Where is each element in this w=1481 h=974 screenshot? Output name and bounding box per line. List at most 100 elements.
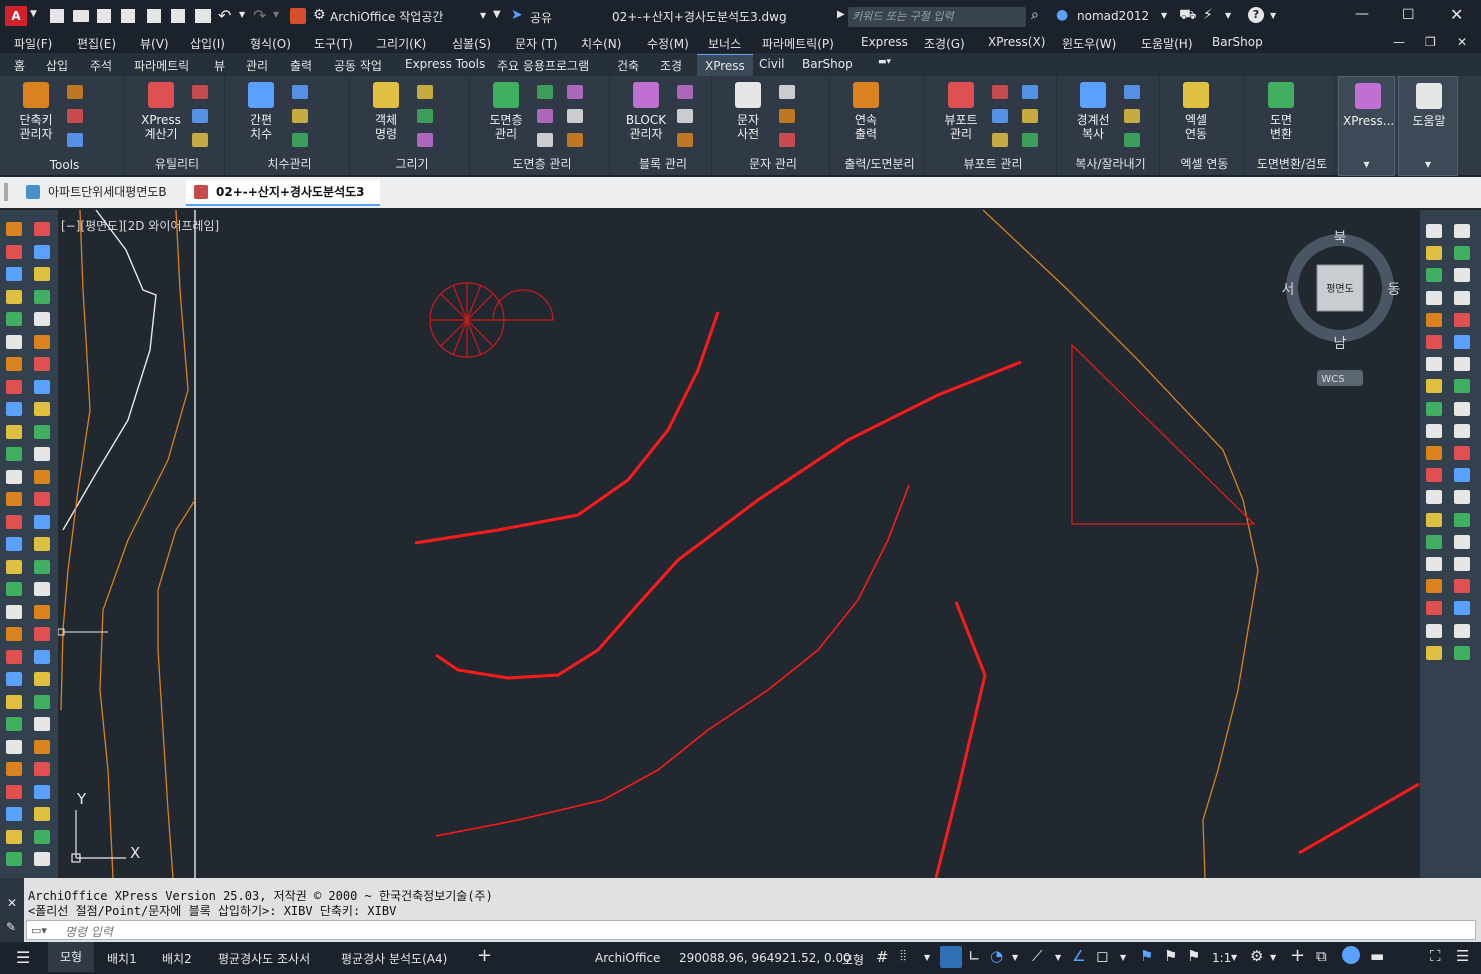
left-toolbar-tool-icon[interactable] — [6, 582, 22, 596]
close-button[interactable]: ✕ — [1450, 5, 1463, 24]
menu-item-16[interactable]: 윈도우(W) — [1062, 35, 1116, 52]
ortho-icon[interactable]: ∟ — [968, 947, 981, 965]
qat-new-icon[interactable] — [50, 9, 64, 23]
right-toolbar-tool-icon[interactable] — [1426, 645, 1442, 660]
ribbon-small-tool-icon[interactable] — [779, 85, 795, 99]
ribbon-small-tool-icon[interactable] — [567, 85, 583, 99]
ribbon-small-tool-icon[interactable] — [537, 109, 553, 123]
menu-item-1[interactable]: 편집(E) — [77, 35, 116, 52]
ribbon-big-button-2[interactable]: 간편 치수 — [234, 82, 288, 141]
ribbon-small-tool-icon[interactable] — [677, 133, 693, 147]
right-toolbar-tool-icon[interactable] — [1426, 490, 1442, 505]
left-toolbar-tool-icon[interactable] — [34, 604, 50, 619]
chevron-down-icon[interactable]: ▾ — [1339, 157, 1394, 171]
chevron-down-icon[interactable]: ▼ — [1270, 953, 1276, 962]
left-toolbar-tool-icon[interactable] — [34, 762, 50, 776]
right-toolbar-tool-icon[interactable] — [1454, 557, 1470, 571]
menu-item-17[interactable]: 도움말(H) — [1141, 35, 1193, 52]
right-toolbar-tool-icon[interactable] — [1454, 645, 1470, 660]
menu-item-14[interactable]: 조경(G) — [924, 35, 965, 52]
add-layout-icon[interactable]: + — [477, 945, 492, 966]
qat-publish-icon[interactable] — [171, 9, 185, 23]
ribbon-small-tool-icon[interactable] — [567, 109, 583, 123]
ribbon-small-tool-icon[interactable] — [1022, 85, 1038, 99]
menu-item-3[interactable]: 삽입(I) — [190, 35, 225, 52]
left-toolbar-tool-icon[interactable] — [34, 469, 50, 484]
ribbon-big-button-8[interactable]: 뷰포트 관리 — [934, 82, 988, 141]
ribbon-big-button-3[interactable]: 객체 명령 — [359, 82, 413, 141]
chevron-down-icon[interactable]: ▼ — [1120, 953, 1126, 962]
ribbon-tab-2[interactable]: 주석 — [90, 57, 112, 74]
left-toolbar-tool-icon[interactable] — [6, 312, 22, 326]
menu-item-2[interactable]: 뷰(V) — [140, 35, 169, 52]
menu-item-10[interactable]: 수정(M) — [647, 35, 689, 52]
left-toolbar-tool-icon[interactable] — [6, 379, 22, 394]
left-toolbar-tool-icon[interactable] — [6, 244, 22, 259]
right-toolbar-tool-icon[interactable] — [1426, 557, 1442, 571]
ribbon-tab-14[interactable]: BarShop — [802, 57, 853, 71]
right-toolbar-tool-icon[interactable] — [1454, 579, 1470, 594]
ribbon-small-tool-icon[interactable] — [677, 109, 693, 123]
left-toolbar-tool-icon[interactable] — [34, 492, 50, 506]
ribbon-small-tool-icon[interactable] — [1124, 109, 1140, 123]
right-toolbar-tool-icon[interactable] — [1454, 246, 1470, 261]
right-toolbar-tool-icon[interactable] — [1454, 423, 1470, 438]
gear-icon[interactable]: ⚙ — [1250, 947, 1263, 965]
right-toolbar-tool-icon[interactable] — [1454, 446, 1470, 460]
ribbon-tab-12[interactable]: XPress — [697, 54, 753, 76]
ribbon-tab-1[interactable]: 삽입 — [46, 57, 68, 74]
left-toolbar-tool-icon[interactable] — [34, 222, 50, 236]
left-toolbar-tool-icon[interactable] — [6, 469, 22, 484]
annotation-scale-select[interactable]: 1:1 — [1212, 951, 1231, 965]
menu-item-18[interactable]: BarShop — [1212, 35, 1263, 49]
menu-item-4[interactable]: 형식(O) — [250, 35, 291, 52]
qat-print-icon[interactable] — [195, 9, 211, 23]
left-toolbar-tool-icon[interactable] — [6, 537, 22, 551]
share-icon[interactable]: ➤ — [511, 7, 523, 23]
ribbon-small-tool-icon[interactable] — [779, 109, 795, 123]
username-label[interactable]: nomad2012 — [1077, 9, 1149, 23]
ribbon-small-tool-icon[interactable] — [417, 85, 433, 99]
chevron-down-icon[interactable]: ▼ — [1225, 11, 1231, 20]
help-icon[interactable]: ? — [1248, 7, 1264, 23]
right-toolbar-tool-icon[interactable] — [1454, 290, 1470, 305]
ribbon-small-tool-icon[interactable] — [537, 133, 553, 147]
chevron-down-icon[interactable]: ▼ — [239, 10, 245, 19]
menu-item-15[interactable]: XPress(X) — [988, 35, 1045, 49]
annotation-scale-icon[interactable]: ⚑ — [1187, 947, 1200, 965]
right-toolbar-tool-icon[interactable] — [1426, 468, 1442, 483]
graphics-performance-icon[interactable]: ▬ — [1370, 947, 1384, 965]
ribbon-big-button-13[interactable]: 도움말 — [1403, 83, 1455, 128]
ribbon-big-button-11[interactable]: 도면 변환 — [1254, 82, 1308, 141]
right-toolbar-tool-icon[interactable] — [1426, 224, 1442, 238]
left-toolbar-tool-icon[interactable] — [6, 334, 22, 349]
right-toolbar-tool-icon[interactable] — [1426, 312, 1442, 327]
ribbon-small-tool-icon[interactable] — [992, 85, 1008, 99]
chevron-down-icon[interactable]: ▼ — [1270, 11, 1276, 20]
left-toolbar-tool-icon[interactable] — [6, 604, 22, 619]
left-toolbar-tool-icon[interactable] — [6, 289, 22, 304]
left-toolbar-tool-icon[interactable] — [6, 424, 22, 439]
ribbon-small-tool-icon[interactable] — [567, 133, 583, 147]
right-toolbar-tool-icon[interactable] — [1454, 468, 1470, 483]
left-toolbar-tool-icon[interactable] — [34, 852, 50, 866]
chevron-down-icon[interactable]: ▼ — [30, 9, 37, 19]
layout-tab-model[interactable]: 모형 — [48, 942, 94, 972]
workspace-select[interactable]: ArchiOffice 작업공간 — [330, 8, 490, 26]
left-toolbar-tool-icon[interactable] — [34, 537, 50, 551]
menu-item-0[interactable]: 파일(F) — [14, 35, 52, 52]
right-toolbar-tool-icon[interactable] — [1426, 579, 1442, 594]
menu-item-12[interactable]: 파라메트릭(P) — [762, 35, 834, 52]
isolate-objects-icon[interactable] — [1342, 946, 1360, 964]
close-icon[interactable]: ✕ — [7, 896, 17, 910]
ribbon-big-button-10[interactable]: 엑셀 연동 — [1169, 82, 1223, 141]
ribbon-big-button-5[interactable]: BLOCK 관리자 — [619, 82, 673, 141]
right-toolbar-tool-icon[interactable] — [1426, 290, 1442, 305]
right-toolbar-tool-icon[interactable] — [1426, 379, 1442, 394]
left-toolbar-tool-icon[interactable] — [6, 222, 22, 236]
chevron-down-icon[interactable]: ▼ — [1012, 953, 1018, 962]
close-doc-button[interactable]: ✕ — [1457, 35, 1467, 49]
snap-icon[interactable]: ⦙⦙ — [900, 948, 906, 964]
ribbon-big-button-6[interactable]: 문자 사전 — [721, 82, 775, 141]
ribbon-tab-13[interactable]: Civil — [759, 57, 784, 71]
